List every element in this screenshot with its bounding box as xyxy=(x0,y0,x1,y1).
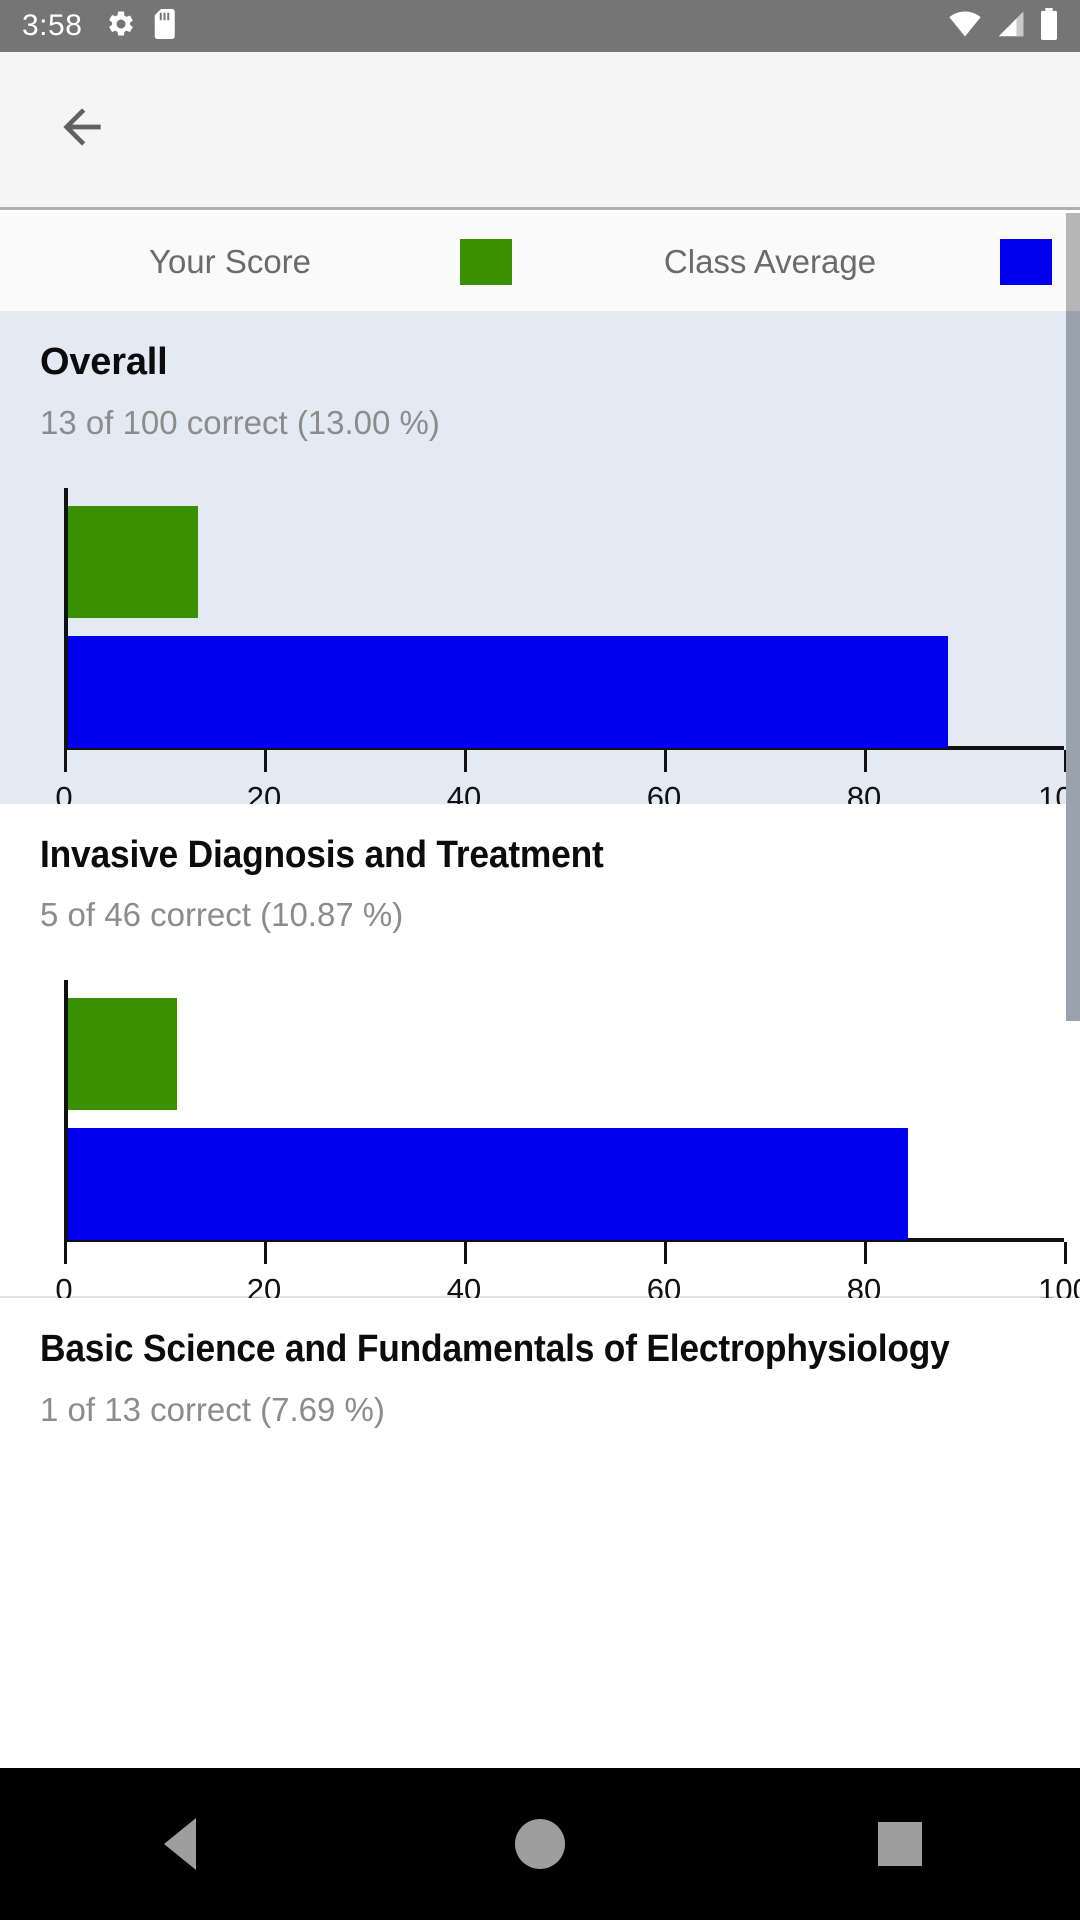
chart-tick xyxy=(464,1242,467,1264)
chart-tick xyxy=(864,1242,867,1264)
back-button[interactable] xyxy=(46,94,118,166)
section-card[interactable]: Basic Science and Fundamentals of Electr… xyxy=(0,1298,1080,1468)
back-arrow-icon xyxy=(54,99,110,160)
nav-back-button[interactable] xyxy=(120,1784,240,1904)
scrollbar-cap xyxy=(1066,213,1080,311)
section-title: Overall xyxy=(40,341,1040,384)
chart-tick xyxy=(664,1242,667,1264)
chart-tick xyxy=(64,750,67,772)
chart-tick xyxy=(264,1242,267,1264)
legend-label-class-average: Class Average xyxy=(540,243,1000,281)
legend-swatch-class-average xyxy=(1000,239,1052,285)
section-score-summary: 5 of 46 correct (10.87 %) xyxy=(40,896,1040,934)
chart-x-ticks xyxy=(64,750,1064,772)
status-bar-left-icons xyxy=(106,9,178,44)
bar-your-score xyxy=(68,506,198,618)
nav-recents-icon xyxy=(878,1822,922,1866)
chart-legend: Your Score Class Average xyxy=(0,213,1080,311)
legend-item-class-average: Class Average xyxy=(540,239,1080,285)
cell-signal-icon xyxy=(996,9,1026,44)
section-bar-chart: 020406080100 xyxy=(40,488,1040,746)
android-navigation-bar xyxy=(0,1768,1080,1920)
chart-tick xyxy=(664,750,667,772)
app-toolbar xyxy=(0,52,1080,210)
legend-swatch-your-score xyxy=(460,239,512,285)
status-bar: 3:58 xyxy=(0,0,1080,52)
legend-item-your-score: Your Score xyxy=(0,239,540,285)
sd-card-icon xyxy=(154,9,178,44)
legend-label-your-score: Your Score xyxy=(0,243,460,281)
section-card[interactable]: Overall 13 of 100 correct (13.00 %) 020406… xyxy=(0,311,1080,804)
status-bar-right-icons xyxy=(948,8,1058,45)
section-score-summary: 1 of 13 correct (7.69 %) xyxy=(40,1391,1040,1429)
nav-back-icon xyxy=(164,1818,196,1870)
nav-recents-button[interactable] xyxy=(840,1784,960,1904)
battery-icon xyxy=(1040,8,1058,45)
section-score-summary: 13 of 100 correct (13.00 %) xyxy=(40,404,1040,442)
bar-class-average xyxy=(68,636,948,748)
chart-tick xyxy=(864,750,867,772)
chart-tick xyxy=(464,750,467,772)
gear-icon xyxy=(106,9,136,44)
status-bar-clock: 3:58 xyxy=(22,9,82,43)
section-title: Invasive Diagnosis and Treatment xyxy=(40,834,970,877)
chart-tick xyxy=(264,750,267,772)
scrollbar-track[interactable] xyxy=(1066,311,1080,1468)
chart-tick xyxy=(64,1242,67,1264)
scrollbar-thumb[interactable] xyxy=(1066,311,1080,1021)
nav-home-icon xyxy=(515,1819,565,1869)
section-title: Basic Science and Fundamentals of Electr… xyxy=(40,1328,970,1371)
section-bar-chart: 020406080100 xyxy=(40,980,1040,1238)
wifi-icon xyxy=(948,9,982,44)
section-list[interactable]: Overall 13 of 100 correct (13.00 %) 020406… xyxy=(0,311,1080,1468)
bar-your-score xyxy=(68,998,177,1110)
nav-home-button[interactable] xyxy=(480,1784,600,1904)
section-card[interactable]: Invasive Diagnosis and Treatment 5 of 46 … xyxy=(0,804,1080,1299)
bar-class-average xyxy=(68,1128,908,1240)
chart-x-ticks xyxy=(64,1242,1064,1264)
app-screen: 3:58 xyxy=(0,0,1080,1920)
